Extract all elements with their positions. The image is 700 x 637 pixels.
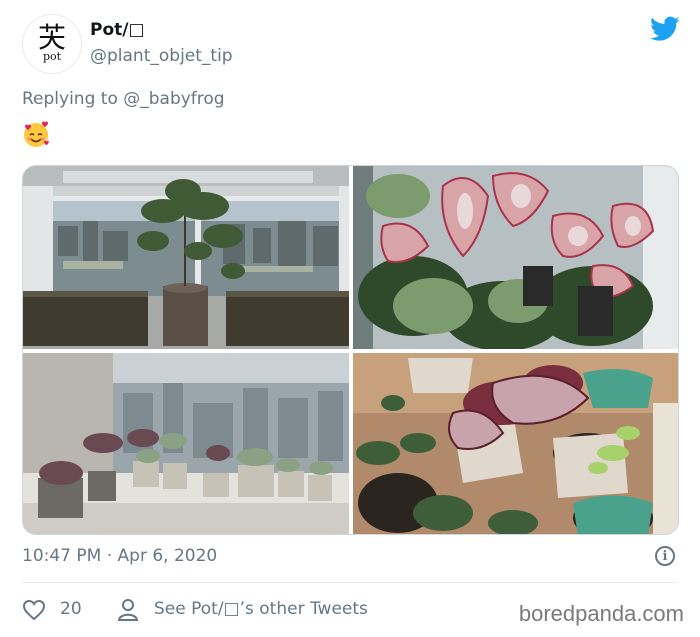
caladium-plants-photo[interactable] [353,166,678,349]
succulents-windowsill-photo[interactable] [23,353,349,534]
twitter-bird-icon[interactable] [650,16,680,42]
heart-icon[interactable] [22,599,46,621]
replying-to: Replying to @_babyfrog [22,89,225,109]
reply-mention-link[interactable]: @_babyfrog [123,89,224,109]
tweet-timestamp[interactable]: 10:47 PM · Apr 6, 2020 [22,546,217,566]
display-name[interactable]: Pot/□ [90,20,145,40]
watermark: boredpanda.com [518,601,684,626]
window-tree-photo[interactable] [23,166,349,349]
tweet-card: 芖 pot Pot/□ @plant_objet_tip Replying to… [0,0,700,637]
likes-count[interactable]: 20 [60,599,82,619]
person-icon[interactable] [117,598,139,622]
avatar-text: pot [42,50,62,63]
avatar[interactable]: 芖 pot [22,14,82,74]
see-other-tweets-link[interactable]: See Pot/□’s other Tweets [154,599,368,619]
user-handle[interactable]: @plant_objet_tip [90,46,233,66]
replying-to-prefix: Replying to [22,89,124,109]
info-icon[interactable]: i [655,546,675,566]
avatar-glyph: 芖 [37,21,66,54]
potted-plants-closeup-photo[interactable] [353,353,678,534]
photo-grid [22,165,679,535]
divider [22,582,678,583]
smiling-face-with-hearts-icon [24,121,49,147]
